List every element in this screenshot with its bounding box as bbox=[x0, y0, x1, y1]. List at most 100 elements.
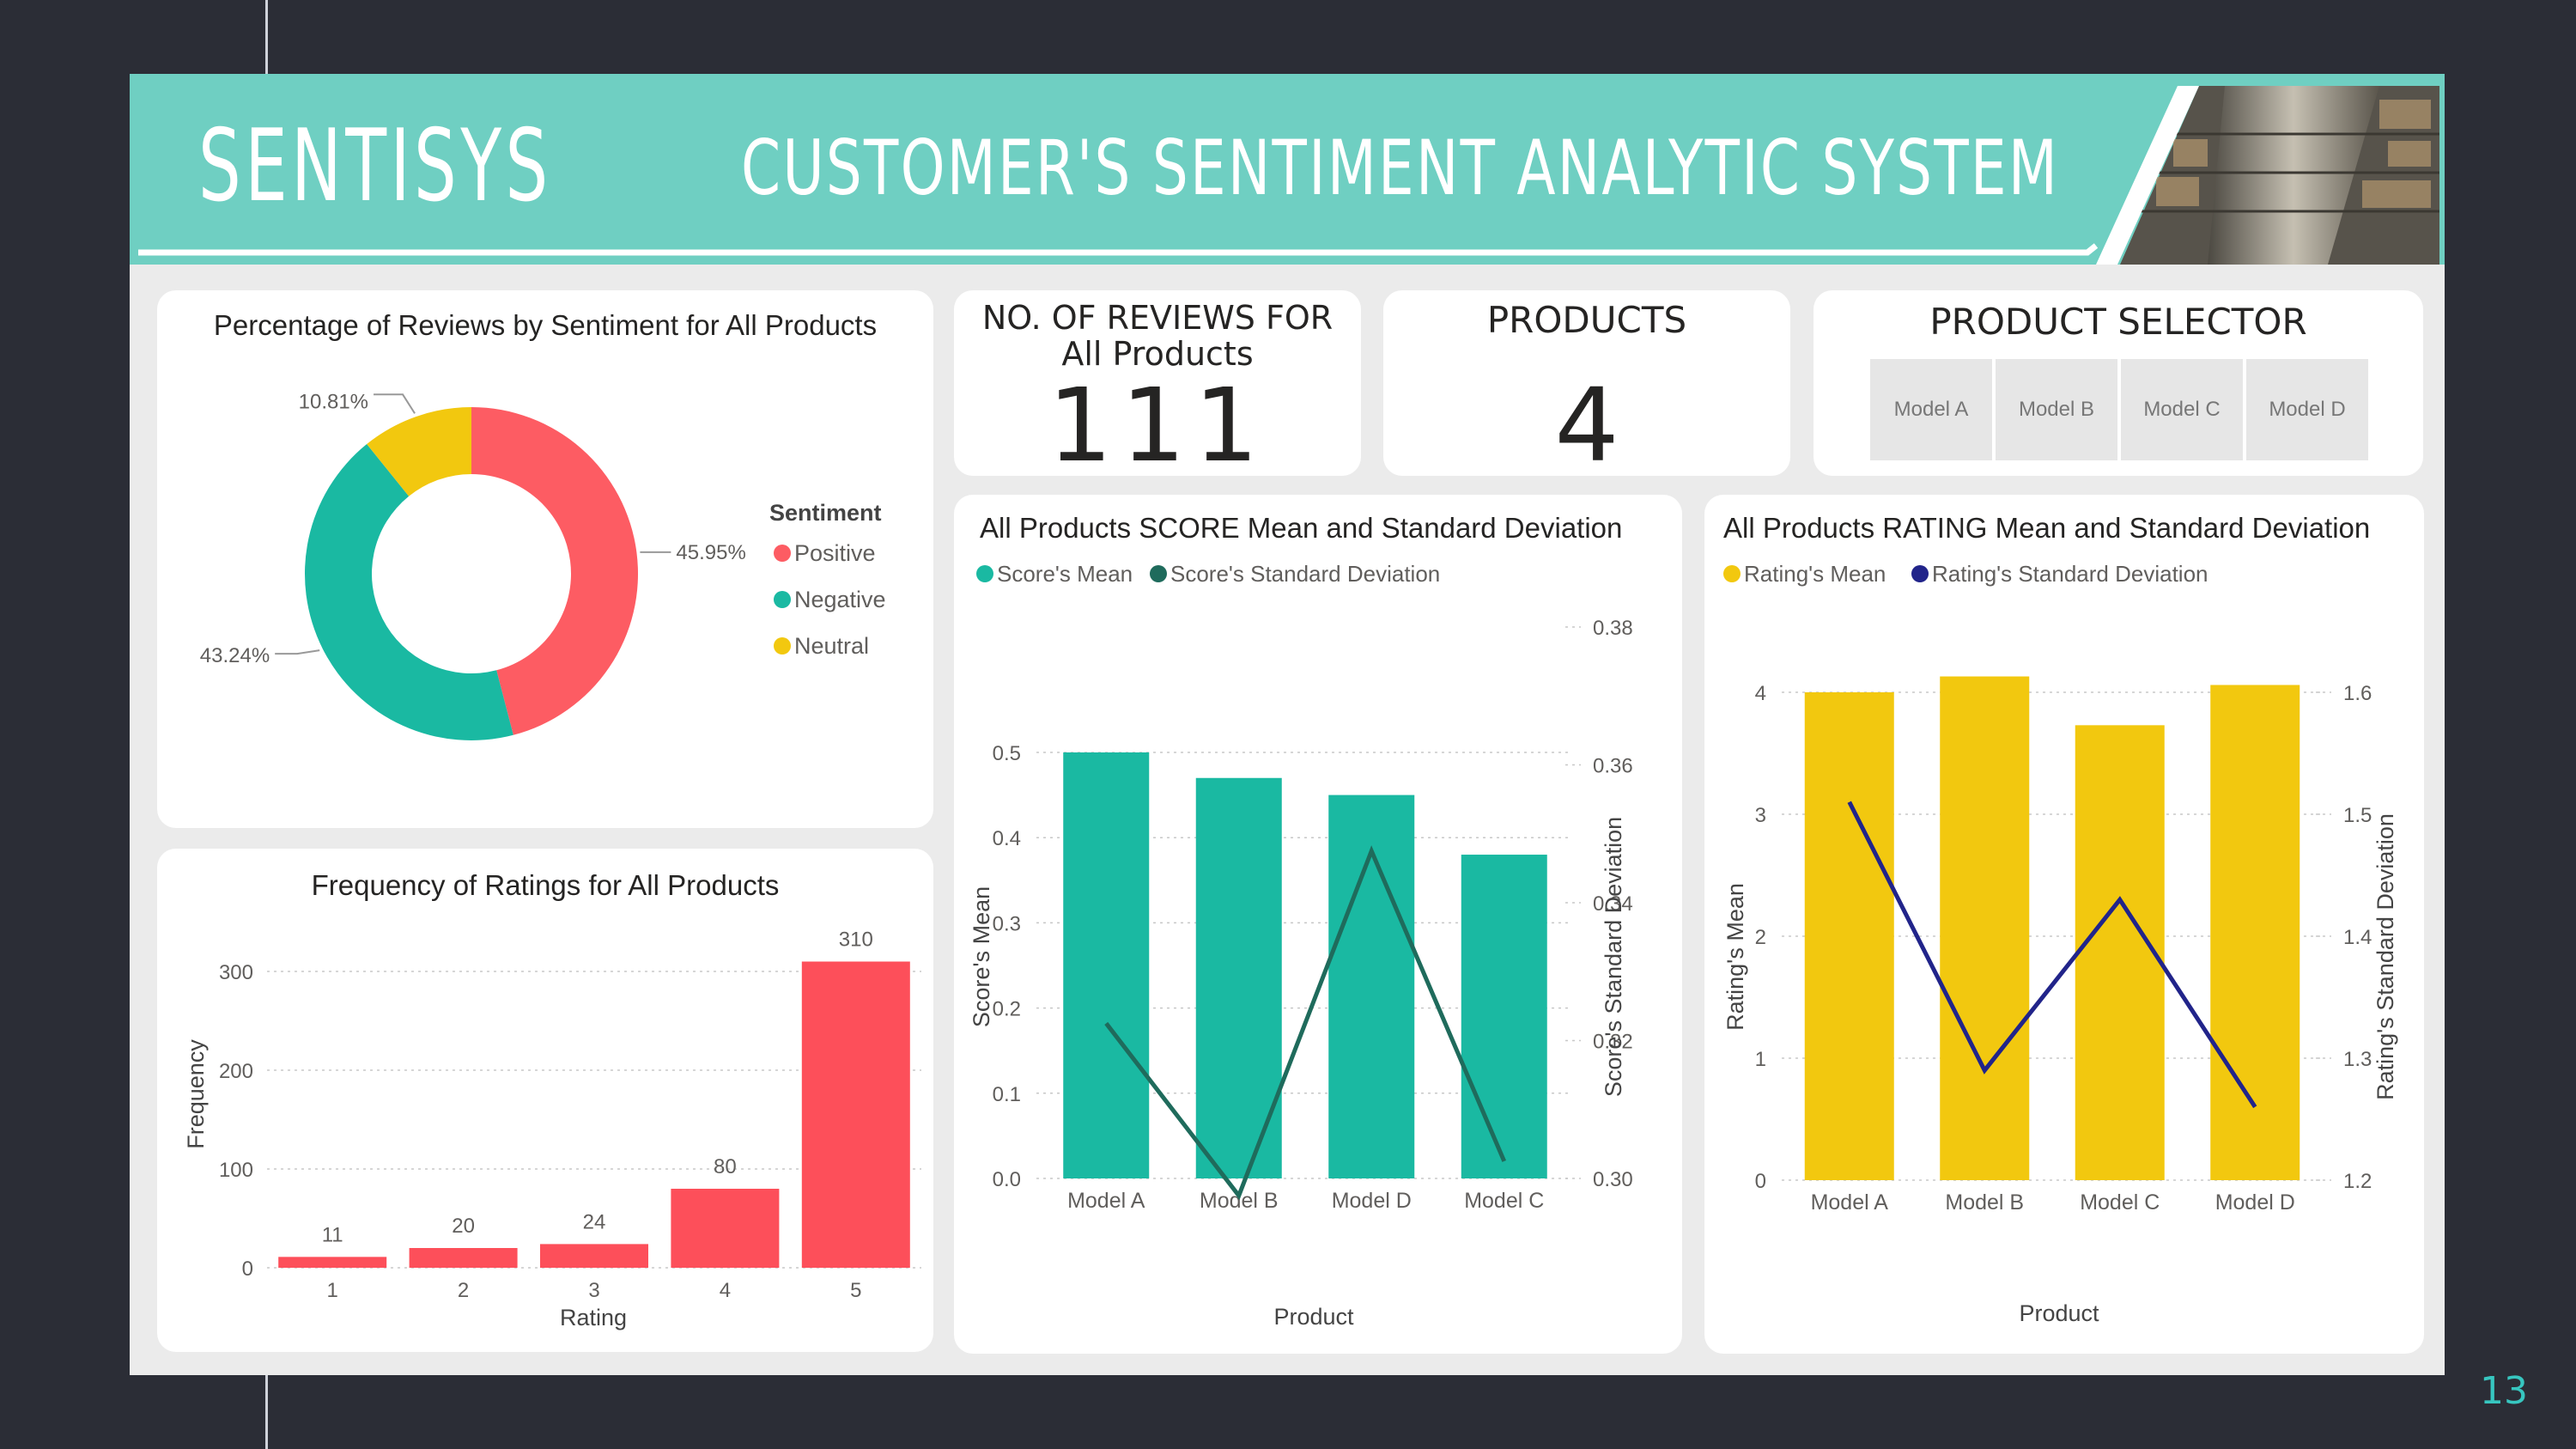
y-tick-label: 1 bbox=[1755, 1048, 1766, 1071]
data-label: 20 bbox=[452, 1215, 475, 1238]
y-tick-label: 200 bbox=[219, 1060, 253, 1083]
rating-mean-sd-card: All Products RATING Mean and Standard De… bbox=[1704, 495, 2424, 1354]
sd-line bbox=[1847, 801, 2257, 1109]
chart-title: All Products RATING Mean and Standard De… bbox=[1723, 512, 2370, 544]
y2-axis-title: Rating's Standard Deviation bbox=[2372, 813, 2398, 1100]
donut-data-label: 10.81% bbox=[299, 390, 368, 413]
data-label: 11 bbox=[322, 1223, 343, 1246]
bar-rating-5 bbox=[801, 961, 910, 1268]
legend-marker-mean bbox=[976, 565, 993, 582]
legend-label-negative: Negative bbox=[794, 587, 886, 612]
legend-label-positive: Positive bbox=[794, 540, 876, 566]
y2-tick-label: 0.38 bbox=[1593, 617, 1633, 640]
kpi-products-title: PRODUCTS bbox=[1486, 299, 1687, 341]
product-selector-card: PRODUCT SELECTOR Model A Model B Model C… bbox=[1814, 290, 2423, 476]
legend-label-neutral: Neutral bbox=[794, 633, 869, 659]
kpi-reviews-card: NO. OF REVIEWS FOR All Products 111 bbox=[954, 290, 1361, 484]
y-tick-label: 0.2 bbox=[993, 998, 1021, 1021]
legend-label-sd: Score's Standard Deviation bbox=[1170, 561, 1440, 587]
data-label: 310 bbox=[839, 928, 873, 952]
legend-label-mean: Score's Mean bbox=[997, 561, 1133, 587]
x-tick-label: Model B bbox=[1945, 1190, 2024, 1215]
sentiment-donut-card: Percentage of Reviews by Sentiment for A… bbox=[157, 290, 933, 828]
x-tick-label: Model A bbox=[1067, 1189, 1145, 1213]
y-tick-label: 4 bbox=[1755, 682, 1766, 705]
score-mean-sd-chart: All Products SCORE Mean and Standard Dev… bbox=[969, 512, 1633, 1330]
x-axis-title: Product bbox=[1273, 1304, 1354, 1330]
bar-model-a bbox=[1063, 752, 1150, 1178]
y2-tick-label: 1.4 bbox=[2343, 926, 2372, 949]
slicer-model-c[interactable]: Model C bbox=[2121, 359, 2243, 460]
y2-axis-title: Score's Standard Deviation bbox=[1601, 817, 1626, 1097]
kpi-reviews-value: 111 bbox=[1048, 366, 1267, 484]
kpi-products-card: PRODUCTS 4 bbox=[1383, 290, 1790, 484]
slicer-model-b[interactable]: Model B bbox=[1996, 359, 2117, 460]
y-tick-label: 0.5 bbox=[993, 742, 1021, 765]
leader-line bbox=[275, 649, 320, 655]
y-tick-label: 0.3 bbox=[993, 912, 1021, 935]
legend-marker-negative bbox=[774, 591, 791, 608]
slide-number: 13 bbox=[2480, 1369, 2528, 1413]
y2-tick-label: 1.6 bbox=[2343, 682, 2372, 705]
legend-title: Sentiment bbox=[769, 500, 882, 526]
legend-marker-positive bbox=[774, 545, 791, 562]
decor-line-top bbox=[265, 0, 268, 74]
y-tick-label: 100 bbox=[219, 1159, 253, 1182]
sentiment-donut-chart: Percentage of Reviews by Sentiment for A… bbox=[200, 309, 886, 740]
legend-label-sd: Rating's Standard Deviation bbox=[1932, 561, 2208, 587]
bar-model-c bbox=[2075, 725, 2165, 1180]
chart-title: All Products SCORE Mean and Standard Dev… bbox=[980, 512, 1622, 544]
y2-tick-label: 1.5 bbox=[2343, 804, 2372, 827]
kpi-products-value: 4 bbox=[1554, 366, 1619, 484]
x-tick-label: 1 bbox=[327, 1279, 338, 1302]
y-tick-label: 0 bbox=[242, 1257, 253, 1281]
dashboard: SENTISYS CUSTOMER'S SENTIMENT ANALYTIC S… bbox=[130, 74, 2445, 1375]
data-label: 24 bbox=[583, 1210, 606, 1233]
y-tick-label: 300 bbox=[219, 961, 253, 984]
donut-data-label: 45.95% bbox=[676, 541, 745, 564]
y2-tick-label: 1.3 bbox=[2343, 1048, 2372, 1071]
legend-marker-sd bbox=[1150, 565, 1167, 582]
kpi-reviews-title-line1: NO. OF REVIEWS FOR bbox=[981, 299, 1334, 337]
rating-frequency-chart: Frequency of Ratings for All Products 0 1… bbox=[183, 869, 921, 1330]
chart-title: Frequency of Ratings for All Products bbox=[312, 869, 780, 901]
x-axis-title: Rating bbox=[560, 1305, 627, 1330]
x-tick-label: Model D bbox=[1332, 1189, 1412, 1213]
y-axis-title: Score's Mean bbox=[969, 886, 994, 1027]
product-selector-title: PRODUCT SELECTOR bbox=[1929, 301, 2307, 343]
donut-data-label: 43.24% bbox=[200, 644, 270, 667]
x-tick-label: 4 bbox=[720, 1279, 731, 1302]
bar-rating-4 bbox=[671, 1189, 780, 1268]
rating-mean-sd-chart: All Products RATING Mean and Standard De… bbox=[1722, 512, 2398, 1326]
y-tick-label: 0.1 bbox=[993, 1083, 1021, 1106]
bar-model-b bbox=[1940, 676, 2030, 1180]
legend-marker-mean bbox=[1723, 565, 1741, 582]
bar-rating-2 bbox=[409, 1248, 518, 1268]
score-mean-sd-card: All Products SCORE Mean and Standard Dev… bbox=[954, 495, 1682, 1354]
data-label: 80 bbox=[714, 1155, 737, 1178]
x-tick-label: Model A bbox=[1811, 1190, 1889, 1215]
x-tick-label: 3 bbox=[588, 1279, 599, 1302]
x-axis-title: Product bbox=[2019, 1300, 2099, 1326]
x-tick-label: Model D bbox=[2215, 1190, 2295, 1215]
x-tick-label: Model C bbox=[1464, 1189, 1544, 1213]
rating-frequency-card: Frequency of Ratings for All Products 0 1… bbox=[157, 849, 933, 1352]
legend-label-mean: Rating's Mean bbox=[1744, 561, 1886, 587]
brand-logo: SENTISYS bbox=[198, 108, 552, 224]
banner: SENTISYS CUSTOMER'S SENTIMENT ANALYTIC S… bbox=[130, 74, 2445, 265]
decor-line-bottom bbox=[265, 1375, 268, 1449]
legend-marker-sd bbox=[1911, 565, 1929, 582]
bar-rating-1 bbox=[278, 1257, 387, 1268]
x-tick-label: 2 bbox=[458, 1279, 469, 1302]
chart-title: Percentage of Reviews by Sentiment for A… bbox=[214, 309, 877, 341]
slicer-model-d[interactable]: Model D bbox=[2246, 359, 2368, 460]
y-axis-title: Frequency bbox=[183, 1039, 209, 1149]
banner-title: CUSTOMER'S SENTIMENT ANALYTIC SYSTEM bbox=[741, 124, 2060, 212]
bar-rating-3 bbox=[540, 1244, 648, 1268]
x-tick-label: Model C bbox=[2080, 1190, 2160, 1215]
slicer-model-a[interactable]: Model A bbox=[1870, 359, 1992, 460]
y-axis-title: Rating's Mean bbox=[1722, 883, 1748, 1031]
y2-tick-label: 0.30 bbox=[1593, 1168, 1633, 1191]
y-tick-label: 3 bbox=[1755, 804, 1766, 827]
sd-line bbox=[1104, 845, 1507, 1201]
